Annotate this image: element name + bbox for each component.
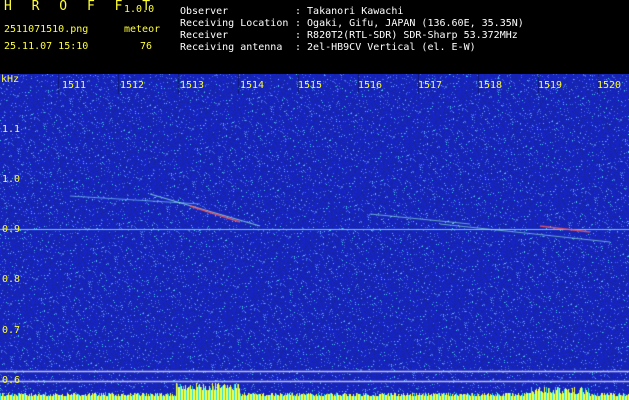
x-tick: 1518 [478,80,503,91]
x-tick: 1519 [538,80,563,91]
info-label-receiver: Receiver [180,30,229,41]
x-tick: 1515 [298,80,323,91]
info-value-observer: : Takanori Kawachi [295,6,404,17]
app-version: 1.0.0 [124,4,155,15]
x-tick: 1513 [180,80,205,91]
meteor-count: 76 [140,41,153,52]
spectrogram-area: kHz 1511 1512 1513 1514 1515 1516 1517 1… [0,74,629,400]
y-tick: 1.0 [2,174,21,185]
spectrogram-canvas [0,74,629,400]
x-tick: 1512 [120,80,145,91]
file-name: 2511071510.png [4,24,89,35]
y-tick: 0.9 [2,224,21,235]
file-datetime: 25.11.07 15:10 [4,41,89,52]
y-tick: 0.6 [2,375,21,386]
x-tick: 1517 [418,80,443,91]
info-label-location: Receiving Location [180,18,289,29]
info-label-observer: Observer [180,6,229,17]
y-tick: 1.1 [2,124,21,135]
header-panel: H R O F F T 1.0.0 2511071510.png 25.11.0… [0,0,629,74]
y-unit-label: kHz [1,74,20,85]
info-value-location: : Ogaki, Gifu, JAPAN (136.60E, 35.35N) [295,18,524,29]
y-tick: 0.8 [2,274,21,285]
x-tick: 1514 [240,80,265,91]
x-tick: 1516 [358,80,383,91]
x-tick: 1520 [597,80,622,91]
x-tick: 1511 [62,80,87,91]
meteor-label: meteor [124,24,161,35]
y-tick: 0.7 [2,325,21,336]
info-value-antenna: : 2el-HB9CV Vertical (el. E-W) [295,42,476,53]
info-value-receiver: : R820T2(RTL-SDR) SDR-Sharp 53.372MHz [295,30,518,41]
info-label-antenna: Receiving antenna [180,42,283,53]
